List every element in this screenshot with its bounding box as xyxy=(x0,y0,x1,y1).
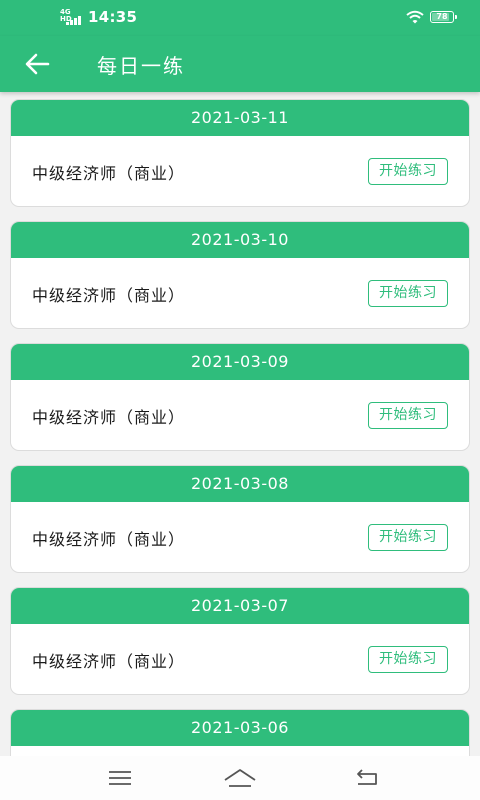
home-icon xyxy=(224,769,256,787)
practice-card: 2021-03-06 xyxy=(10,709,470,756)
card-subject: 中级经济师（商业） xyxy=(32,652,186,671)
card-subject: 中级经济师（商业） xyxy=(32,408,186,427)
card-date: 2021-03-08 xyxy=(11,466,469,502)
card-date: 2021-03-10 xyxy=(11,222,469,258)
card-body: 中级经济师（商业） 开始练习 xyxy=(11,258,469,328)
practice-card: 2021-03-08 中级经济师（商业） 开始练习 xyxy=(10,465,470,573)
card-date: 2021-03-11 xyxy=(11,100,469,136)
card-subject: 中级经济师（商业） xyxy=(32,164,186,183)
card-body xyxy=(11,746,469,756)
page-title: 每日一练 xyxy=(97,54,185,78)
menu-button[interactable] xyxy=(100,764,140,792)
practice-card: 2021-03-07 中级经济师（商业） 开始练习 xyxy=(10,587,470,695)
battery-icon: 78 xyxy=(430,11,457,23)
start-practice-button[interactable]: 开始练习 xyxy=(368,524,448,551)
card-body: 中级经济师（商业） 开始练习 xyxy=(11,502,469,572)
status-bar: 4G HD 14:35 78 xyxy=(0,0,480,36)
arrow-left-icon xyxy=(25,53,50,75)
start-practice-button[interactable]: 开始练习 xyxy=(368,158,448,185)
battery-level: 78 xyxy=(436,12,448,21)
status-right: 78 xyxy=(406,10,457,24)
practice-card: 2021-03-09 中级经济师（商业） 开始练习 xyxy=(10,343,470,451)
card-body: 中级经济师（商业） 开始练习 xyxy=(11,624,469,694)
start-practice-button[interactable]: 开始练习 xyxy=(368,280,448,307)
card-date: 2021-03-09 xyxy=(11,344,469,380)
signal-icon: 4G HD xyxy=(60,9,82,25)
system-nav-bar xyxy=(0,756,480,800)
app-bar: 每日一练 xyxy=(0,36,480,92)
practice-card: 2021-03-10 中级经济师（商业） 开始练习 xyxy=(10,221,470,329)
card-body: 中级经济师（商业） 开始练习 xyxy=(11,380,469,450)
status-time: 14:35 xyxy=(88,8,138,26)
card-subject: 中级经济师（商业） xyxy=(32,530,186,549)
back-icon xyxy=(357,769,377,785)
start-practice-button[interactable]: 开始练习 xyxy=(368,402,448,429)
card-body: 中级经济师（商业） 开始练习 xyxy=(11,136,469,206)
wifi-icon xyxy=(406,10,424,24)
card-subject: 中级经济师（商业） xyxy=(32,286,186,305)
practice-list[interactable]: 2021-03-11 中级经济师（商业） 开始练习 2021-03-10 中级经… xyxy=(0,92,480,756)
menu-icon xyxy=(109,771,131,785)
status-left: 4G HD 14:35 xyxy=(60,8,137,26)
practice-card: 2021-03-11 中级经济师（商业） 开始练习 xyxy=(10,99,470,207)
system-back-button[interactable] xyxy=(346,764,386,792)
card-date: 2021-03-06 xyxy=(11,710,469,746)
home-button[interactable] xyxy=(220,764,260,792)
back-button[interactable] xyxy=(20,48,54,80)
card-date: 2021-03-07 xyxy=(11,588,469,624)
start-practice-button[interactable]: 开始练习 xyxy=(368,646,448,673)
